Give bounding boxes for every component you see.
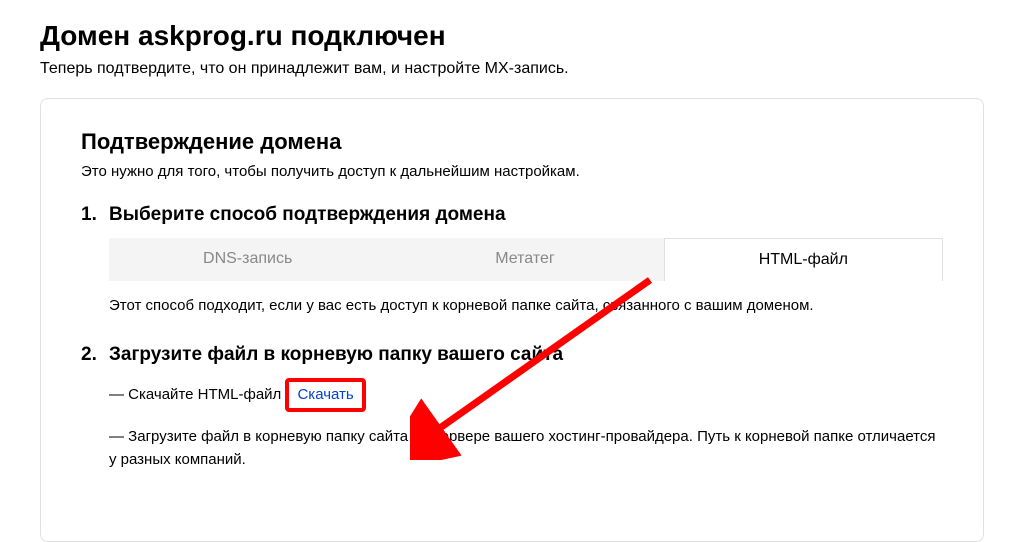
step-1-title: Выберите способ подтверждения домена: [109, 204, 943, 226]
step-2: 2. Загрузите файл в корневую папку вашег…: [81, 344, 943, 486]
tab-html[interactable]: HTML-файл: [664, 238, 943, 281]
confirm-desc: Это нужно для того, чтобы получить досту…: [81, 163, 943, 180]
tab-dns[interactable]: DNS-запись: [109, 238, 386, 281]
confirm-title: Подтверждение домена: [81, 129, 943, 155]
step-2-line2: — Загрузите файл в корневую папку сайта …: [109, 426, 943, 471]
step-2-title: Загрузите файл в корневую папку вашего с…: [109, 344, 943, 366]
page-subtitle: Теперь подтвердите, что он принадлежит в…: [40, 60, 984, 78]
page-title: Домен askprog.ru подключен: [40, 20, 984, 52]
step-2-line1-prefix: — Скачайте HTML-файл: [109, 386, 285, 403]
tab-meta[interactable]: Метатег: [386, 238, 663, 281]
tabs: DNS-запись Метатег HTML-файл: [109, 238, 943, 281]
download-link[interactable]: Скачать: [293, 382, 357, 409]
step-1: 1. Выберите способ подтверждения домена …: [81, 204, 943, 318]
step-2-num: 2.: [81, 344, 109, 366]
step-1-num: 1.: [81, 204, 109, 226]
confirmation-card: Подтверждение домена Это нужно для того,…: [40, 98, 984, 542]
download-highlight: Скачать: [285, 378, 365, 413]
step-1-desc: Этот способ подходит, если у вас есть до…: [109, 295, 943, 318]
step-2-line1: — Скачайте HTML-файл Скачать: [109, 378, 943, 413]
